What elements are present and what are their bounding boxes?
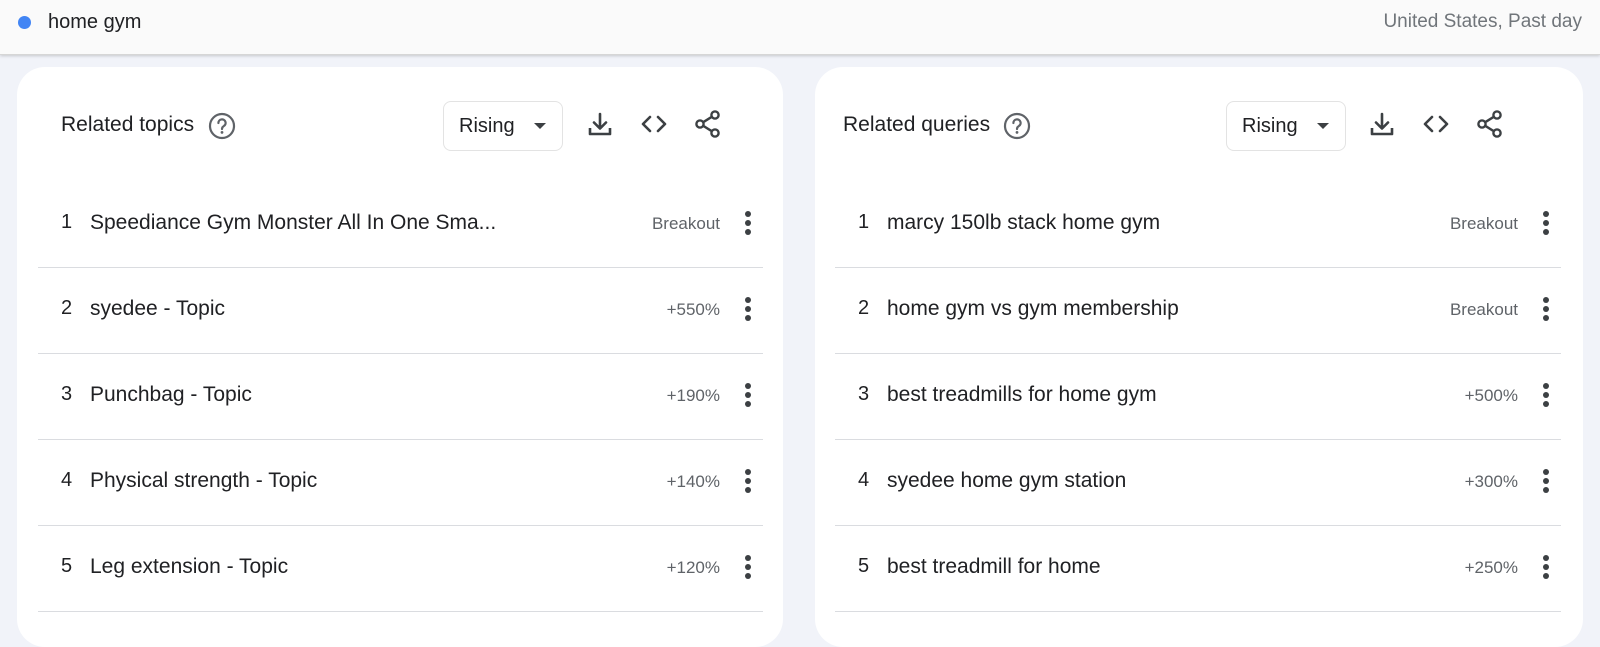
rank-number: 2 <box>858 297 870 319</box>
topics-filter-dropdown[interactable]: Rising <box>443 101 563 151</box>
more-vert-icon[interactable] <box>1540 294 1552 324</box>
query-list-item[interactable]: 1 marcy 150lb stack home gym Breakout <box>835 182 1561 268</box>
topics-list: 1 Speediance Gym Monster All In One Sma..… <box>38 182 763 612</box>
help-circle-icon[interactable] <box>208 112 236 140</box>
rank-number: 5 <box>61 555 73 577</box>
query-label[interactable]: marcy 150lb stack home gym <box>887 211 1160 235</box>
topic-label[interactable]: syedee - Topic <box>90 297 225 321</box>
caret-down-icon <box>534 123 546 129</box>
term-color-dot <box>18 16 31 29</box>
query-label[interactable]: syedee home gym station <box>887 469 1126 493</box>
download-icon[interactable] <box>1366 108 1398 140</box>
rise-value: +140% <box>666 472 720 491</box>
queries-list: 1 marcy 150lb stack home gym Breakout 2 home… <box>835 182 1561 612</box>
related-queries-card: Related queries Rising 1 marcy 150lb stac… <box>815 67 1583 647</box>
more-vert-icon[interactable] <box>742 552 754 582</box>
more-vert-icon[interactable] <box>1540 380 1552 410</box>
share-icon[interactable] <box>692 108 724 140</box>
rank-number: 4 <box>61 469 73 491</box>
rank-number: 1 <box>858 211 870 233</box>
queries-filter-dropdown[interactable]: Rising <box>1226 101 1346 151</box>
search-scope: United States, Past day <box>1383 11 1582 32</box>
code-embed-icon[interactable] <box>1420 108 1452 140</box>
related-queries-title: Related queries <box>843 113 991 136</box>
rise-value: +500% <box>1464 386 1518 405</box>
related-topics-card: Related topics Rising 1 Speediance Gym Mo… <box>17 67 783 647</box>
query-list-item[interactable]: 3 best treadmills for home gym +500% <box>835 354 1561 440</box>
topic-list-item[interactable]: 1 Speediance Gym Monster All In One Sma..… <box>38 182 763 268</box>
more-vert-icon[interactable] <box>1540 466 1552 496</box>
topic-list-item[interactable]: 4 Physical strength - Topic +140% <box>38 440 763 526</box>
rise-value: +550% <box>666 300 720 319</box>
rise-value: Breakout <box>1449 300 1518 319</box>
query-list-item[interactable]: 5 best treadmill for home +250% <box>835 526 1561 612</box>
help-circle-icon[interactable] <box>1003 112 1031 140</box>
rank-number: 4 <box>858 469 870 491</box>
query-list-item[interactable]: 4 syedee home gym station +300% <box>835 440 1561 526</box>
query-label[interactable]: best treadmill for home <box>887 555 1101 579</box>
rise-value: Breakout <box>1449 214 1518 233</box>
query-list-item[interactable]: 2 home gym vs gym membership Breakout <box>835 268 1561 354</box>
query-label[interactable]: best treadmills for home gym <box>887 383 1157 407</box>
queries-filter-label: Rising <box>1242 115 1298 137</box>
share-icon[interactable] <box>1474 108 1506 140</box>
rank-number: 1 <box>61 211 73 233</box>
topic-label[interactable]: Speediance Gym Monster All In One Sma... <box>90 211 496 235</box>
query-label[interactable]: home gym vs gym membership <box>887 297 1179 321</box>
search-term[interactable]: home gym <box>48 11 141 34</box>
topics-filter-label: Rising <box>459 115 515 137</box>
more-vert-icon[interactable] <box>742 380 754 410</box>
more-vert-icon[interactable] <box>742 208 754 238</box>
topic-list-item[interactable]: 2 syedee - Topic +550% <box>38 268 763 354</box>
rise-value: +120% <box>666 558 720 577</box>
rise-value: +190% <box>666 386 720 405</box>
rise-value: +300% <box>1464 472 1518 491</box>
rank-number: 3 <box>858 383 870 405</box>
rank-number: 2 <box>61 297 73 319</box>
download-icon[interactable] <box>584 108 616 140</box>
more-vert-icon[interactable] <box>1540 208 1552 238</box>
topic-label[interactable]: Physical strength - Topic <box>90 469 317 493</box>
rank-number: 3 <box>61 383 73 405</box>
more-vert-icon[interactable] <box>742 294 754 324</box>
rise-value: +250% <box>1464 558 1518 577</box>
rise-value: Breakout <box>651 214 720 233</box>
search-term-bar: home gym United States, Past day <box>0 0 1600 55</box>
related-topics-title: Related topics <box>61 113 195 136</box>
topic-label[interactable]: Punchbag - Topic <box>90 383 252 407</box>
topic-list-item[interactable]: 5 Leg extension - Topic +120% <box>38 526 763 612</box>
code-embed-icon[interactable] <box>638 108 670 140</box>
topic-list-item[interactable]: 3 Punchbag - Topic +190% <box>38 354 763 440</box>
more-vert-icon[interactable] <box>1540 552 1552 582</box>
rank-number: 5 <box>858 555 870 577</box>
caret-down-icon <box>1317 123 1329 129</box>
more-vert-icon[interactable] <box>742 466 754 496</box>
topic-label[interactable]: Leg extension - Topic <box>90 555 288 579</box>
